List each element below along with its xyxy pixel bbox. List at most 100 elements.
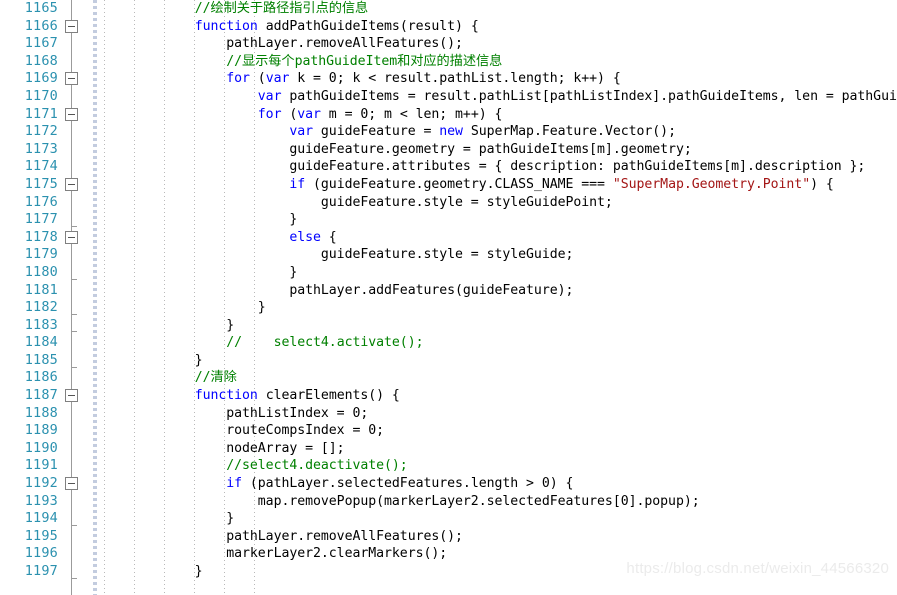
code-token-kw: function xyxy=(194,18,258,34)
line-number: 1185 xyxy=(24,351,58,368)
code-token-cmt: //显示每个pathGuideItem和对应的描述信息 xyxy=(226,53,503,69)
code-token-kw: var xyxy=(297,106,321,122)
line-number-column: 1165 1166 1167 1168 1169 1170 1171 1172 1173 1174… xyxy=(0,0,62,581)
code-token-plain: { xyxy=(320,229,337,245)
code-line[interactable]: for (var m = 0; m < len; m++) { xyxy=(100,106,897,124)
fold-region-end-tick xyxy=(71,313,77,315)
fold-collapse-icon[interactable] xyxy=(65,107,78,121)
code-line[interactable]: //绘制关于路径指引点的信息 xyxy=(100,0,897,18)
code-token-plain: addPathGuideItems(result) { xyxy=(257,18,479,34)
code-line[interactable]: guideFeature.attributes = { description:… xyxy=(100,158,897,176)
code-token-plain: ) { xyxy=(810,176,834,192)
code-line[interactable]: //显示每个pathGuideItem和对应的描述信息 xyxy=(100,53,897,71)
line-number: 1168 xyxy=(24,52,58,69)
code-token-plain: guideFeature.attributes = { description:… xyxy=(100,159,866,175)
selection-margin-strip xyxy=(93,0,97,595)
fold-collapse-icon[interactable] xyxy=(65,72,78,86)
code-token-kw: function xyxy=(194,388,258,404)
fold-collapse-icon[interactable] xyxy=(65,230,78,244)
code-line[interactable]: map.removePopup(markerLayer2.selectedFea… xyxy=(100,493,897,511)
fold-region-end-tick xyxy=(71,278,77,280)
code-line[interactable]: var guideFeature = new SuperMap.Feature.… xyxy=(100,123,897,141)
line-number: 1191 xyxy=(24,457,58,474)
code-surface[interactable]: //绘制关于路径指引点的信息 function addPathGuideItem… xyxy=(100,0,897,595)
code-token-plain: (pathLayer.selectedFeatures.length > 0) … xyxy=(242,476,574,492)
code-token-plain: } xyxy=(100,264,298,280)
code-line[interactable]: } xyxy=(100,317,897,335)
code-line[interactable]: } xyxy=(100,299,897,317)
code-line[interactable]: guideFeature.style = styleGuidePoint; xyxy=(100,194,897,212)
code-token-plain: guideFeature.style = styleGuidePoint; xyxy=(100,194,613,210)
code-line[interactable]: pathListIndex = 0; xyxy=(100,405,897,423)
code-line[interactable]: for (var k = 0; k < result.pathList.leng… xyxy=(100,70,897,88)
fold-region-end-tick xyxy=(71,225,77,227)
code-token-plain: pathLayer.removeAllFeatures(); xyxy=(100,528,463,544)
line-number: 1188 xyxy=(24,404,58,421)
line-number: 1175 xyxy=(24,175,58,192)
code-line[interactable]: pathLayer.addFeatures(guideFeature); xyxy=(100,282,897,300)
code-token-plain: routeCompsIndex = 0; xyxy=(100,423,385,439)
code-editor[interactable]: 1165 1166 1167 1168 1169 1170 1171 1172 1173 1174… xyxy=(0,0,897,595)
code-line[interactable]: function clearElements() { xyxy=(100,387,897,405)
line-number: 1184 xyxy=(24,334,58,351)
code-line[interactable]: routeCompsIndex = 0; xyxy=(100,422,897,440)
code-token-plain: pathGuideItems = result.pathList[pathLis… xyxy=(289,88,897,104)
line-number: 1189 xyxy=(24,422,58,439)
code-line[interactable]: pathLayer.removeAllFeatures(); xyxy=(100,528,897,546)
code-token-plain: } xyxy=(100,511,235,527)
code-token-cmt: //select4.deactivate(); xyxy=(226,458,408,474)
code-line[interactable]: nodeArray = []; xyxy=(100,440,897,458)
code-token-plain: ( xyxy=(249,71,266,87)
fold-collapse-icon[interactable] xyxy=(65,389,78,403)
code-lines[interactable]: //绘制关于路径指引点的信息 function addPathGuideItem… xyxy=(100,0,897,581)
code-line[interactable]: guideFeature.geometry = pathGuideItems[m… xyxy=(100,141,897,159)
code-token-plain: (guideFeature.geometry.CLASS_NAME === xyxy=(305,176,613,192)
line-number: 1193 xyxy=(24,492,58,509)
line-number: 1173 xyxy=(24,140,58,157)
line-number: 1167 xyxy=(24,35,58,52)
code-line[interactable]: function addPathGuideItems(result) { xyxy=(100,18,897,36)
code-line[interactable]: } xyxy=(100,211,897,229)
code-line[interactable]: } xyxy=(100,510,897,528)
line-number: 1182 xyxy=(24,299,58,316)
fold-region-end-tick xyxy=(71,525,77,526)
code-line[interactable]: guideFeature.style = styleGuide; xyxy=(100,246,897,264)
line-number: 1174 xyxy=(24,158,58,175)
code-token-plain: } xyxy=(100,317,235,333)
code-token-plain: ( xyxy=(281,106,298,122)
watermark-text: https://blog.csdn.net/weixin_44566320 xyxy=(626,560,889,577)
code-line[interactable]: //清除 xyxy=(100,369,897,387)
code-token-plain: guideFeature = xyxy=(313,124,440,140)
fold-collapse-icon[interactable] xyxy=(65,477,78,491)
editor-gutter[interactable]: 1165 1166 1167 1168 1169 1170 1171 1172 1173 1174… xyxy=(0,0,100,595)
code-line[interactable]: else { xyxy=(100,229,897,247)
line-number: 1171 xyxy=(24,105,58,122)
code-token-kw: new xyxy=(439,124,463,140)
code-line[interactable]: if (pathLayer.selectedFeatures.length > … xyxy=(100,475,897,493)
code-line[interactable]: pathLayer.removeAllFeatures(); xyxy=(100,35,897,53)
code-line[interactable]: // select4.activate(); xyxy=(100,334,897,352)
fold-collapse-icon[interactable] xyxy=(65,19,78,33)
code-line[interactable]: if (guideFeature.geometry.CLASS_NAME ===… xyxy=(100,176,897,194)
code-token-plain: k = 0; k < result.pathList.length; k++) … xyxy=(289,71,621,87)
code-token-plain: guideFeature.style = styleGuide; xyxy=(100,247,574,263)
code-token-plain: markerLayer2.clearMarkers(); xyxy=(100,546,448,562)
code-token-kw: var xyxy=(289,124,314,140)
fold-collapse-icon[interactable] xyxy=(65,178,78,191)
code-line[interactable]: //select4.deactivate(); xyxy=(100,457,897,475)
code-token-plain: clearElements() { xyxy=(257,388,400,404)
line-number: 1186 xyxy=(24,369,58,386)
code-token-plain: nodeArray = []; xyxy=(100,440,345,456)
line-number: 1176 xyxy=(24,193,58,210)
code-token-kw: if xyxy=(289,176,306,192)
code-line[interactable]: } xyxy=(100,264,897,282)
code-line[interactable]: var pathGuideItems = result.pathList[pat… xyxy=(100,88,897,106)
code-line[interactable]: } xyxy=(100,352,897,370)
